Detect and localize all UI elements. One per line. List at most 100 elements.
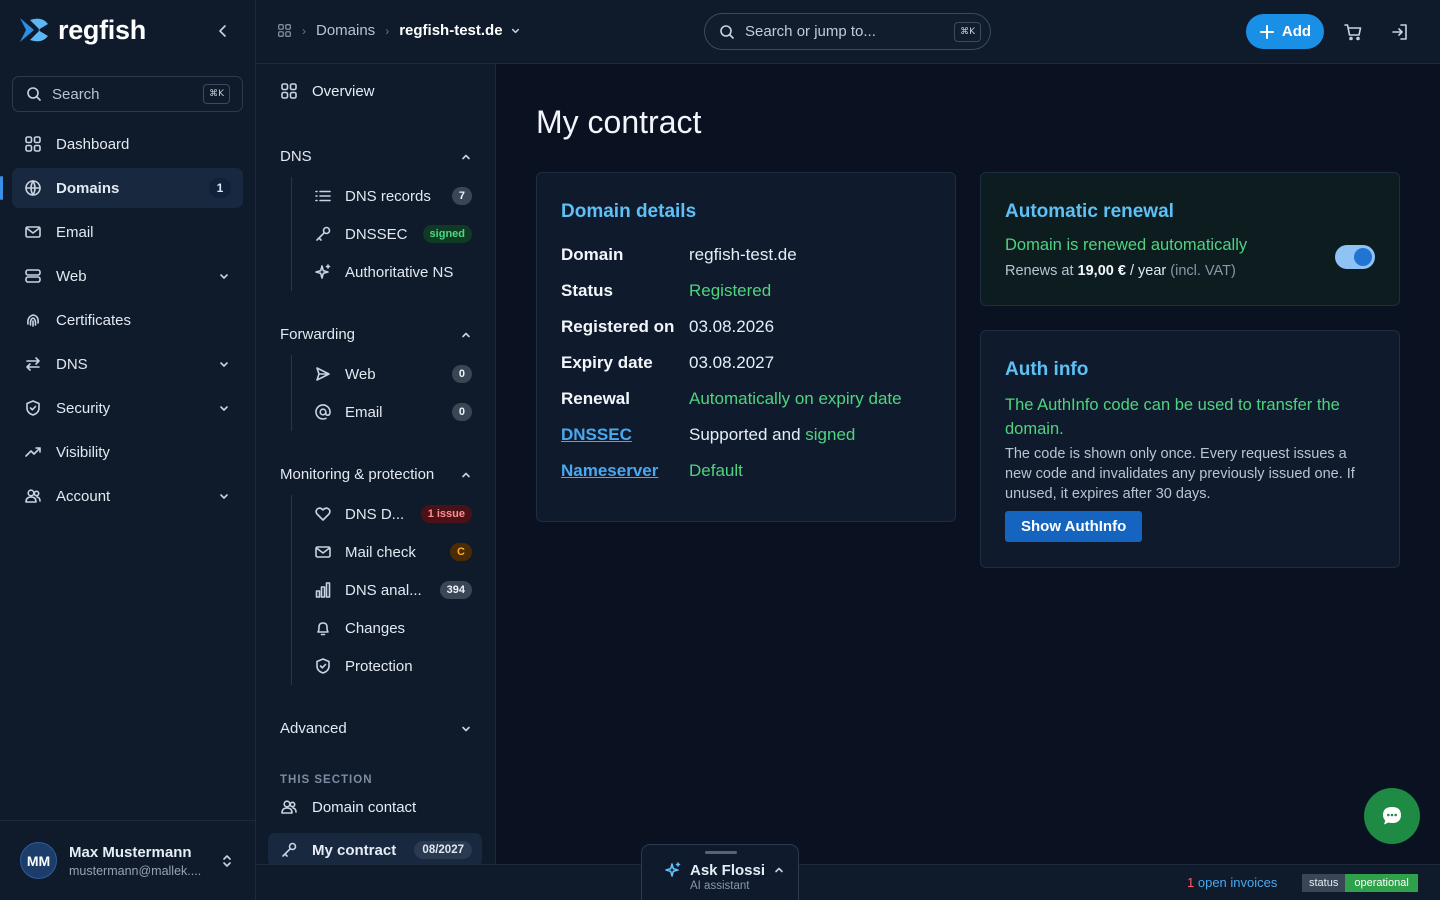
this-section-heading: THIS SECTION — [280, 774, 373, 786]
assistant-title-row: Ask Flossi — [664, 861, 785, 879]
subnav-section-forwarding[interactable]: Forwarding — [280, 326, 472, 343]
subnav-item-dnssec[interactable]: DNSSEC signed — [292, 215, 472, 253]
sidebar-item-label: Security — [56, 399, 111, 417]
dnssec-link[interactable]: DNSSEC — [561, 425, 689, 445]
at-sign-icon — [315, 404, 331, 420]
detail-value: 03.08.2027 — [689, 353, 775, 372]
sparkles-icon — [665, 862, 681, 877]
subnav-my-contract[interactable]: My contract 08/2027 — [268, 833, 482, 867]
chevron-down-icon — [220, 494, 228, 499]
show-authinfo-button[interactable]: Show AuthInfo — [1005, 511, 1143, 542]
chat-button[interactable] — [1364, 788, 1420, 844]
open-invoices-label: open invoices — [1197, 875, 1278, 890]
detail-row-expiry-date: Expiry date 03.08.2027 — [561, 353, 902, 389]
detail-key: Domain — [561, 245, 624, 264]
arrows-icon — [26, 357, 40, 371]
cart-button[interactable] — [1343, 22, 1363, 42]
sidebar-item-visibility[interactable]: Visibility — [12, 432, 243, 472]
chat-bubble-icon — [1383, 807, 1401, 825]
renewal-vat: (incl. VAT) — [1170, 263, 1236, 279]
detail-row-registered-on: Registered on 03.08.2026 — [561, 317, 902, 353]
breadcrumb-current-domain[interactable]: regfish-test.de — [399, 22, 521, 39]
user-menu[interactable]: MM Max Mustermann mustermann@mallek.... — [0, 820, 256, 900]
search-icon — [27, 87, 41, 101]
add-button[interactable]: Add — [1246, 14, 1324, 49]
subnav-item-label: DNS records — [345, 187, 431, 205]
section-title: Monitoring & protection — [280, 466, 435, 483]
footer-bar: 1 open invoices status operational — [256, 864, 1440, 900]
mail-icon — [25, 226, 41, 238]
chevron-up-icon — [462, 472, 470, 477]
open-invoices-link[interactable]: 1 open invoices — [1187, 875, 1277, 890]
subnav-item-forward-web[interactable]: Web 0 — [292, 355, 472, 393]
sidebar-item-dns[interactable]: DNS — [12, 344, 243, 384]
subnav-item-label: DNS anal... — [345, 581, 422, 599]
sidebar-item-label: Email — [56, 223, 94, 241]
global-search-placeholder: Search or jump to... — [745, 23, 876, 40]
subnav-domain-contact[interactable]: Domain contact — [280, 798, 416, 816]
auth-info-card: Auth info The AuthInfo code can be used … — [980, 330, 1400, 568]
grid-icon[interactable] — [277, 23, 292, 38]
sidebar-item-certificates[interactable]: Certificates — [12, 300, 243, 340]
chevron-down-icon — [220, 406, 228, 411]
detail-value: regfish-test.de — [689, 245, 797, 264]
subnav-overview[interactable]: Overview — [280, 82, 375, 100]
regfish-logo[interactable]: regfish — [16, 14, 146, 46]
detail-row-dnssec: DNSSEC Supported and signed — [561, 425, 902, 461]
subnav-item-dns-records[interactable]: DNS records 7 — [292, 177, 472, 215]
breadcrumb: › Domains › regfish-test.de — [277, 22, 522, 39]
sidebar-item-dashboard[interactable]: Dashboard — [12, 124, 243, 164]
subnav-item-forward-email[interactable]: Email 0 — [292, 393, 472, 431]
subnav-item-authoritative-ns[interactable]: Authoritative NS — [292, 253, 472, 291]
users-icon — [281, 800, 297, 814]
subnav-item-changes[interactable]: Changes — [292, 609, 472, 647]
detail-value: Registered — [689, 281, 772, 300]
subnav-section-dns[interactable]: DNS — [280, 148, 472, 165]
grade-badge: C — [450, 543, 472, 561]
subnav-item-protection[interactable]: Protection — [292, 647, 472, 685]
plus-icon — [1259, 24, 1274, 39]
status-badge[interactable]: status operational — [1302, 874, 1418, 892]
sidebar-item-security[interactable]: Security — [12, 388, 243, 428]
subnav-item-label: Domain contact — [312, 798, 417, 816]
sidebar-item-label: Certificates — [56, 311, 132, 329]
subnav-item-label: Mail check — [345, 543, 416, 561]
forwarding-items: Web 0 Email 0 — [291, 355, 472, 431]
search-icon — [720, 24, 734, 39]
breadcrumb-domains[interactable]: Domains — [316, 22, 375, 39]
sidebar-item-web[interactable]: Web — [12, 256, 243, 296]
subnav-section-advanced[interactable]: Advanced — [280, 720, 472, 737]
detail-value-signed: signed — [805, 425, 856, 444]
issue-badge: 1 issue — [420, 505, 472, 523]
nameserver-link[interactable]: Nameserver — [561, 461, 689, 481]
domain-details-card: Domain details Domain regfish-test.de St… — [536, 172, 956, 522]
domain-details-list: Domain regfish-test.de Status Registered… — [561, 245, 902, 497]
status-label: status — [1302, 874, 1346, 892]
subnav-item-label: Web — [345, 365, 376, 383]
heart-icon — [315, 507, 331, 521]
sidebar-item-email[interactable]: Email — [12, 212, 243, 252]
chevron-down-icon — [462, 726, 470, 731]
count-badge: 7 — [451, 187, 472, 205]
subnav-item-label: My contract — [312, 841, 397, 859]
global-search-input[interactable]: Search or jump to... ⌘K — [704, 13, 991, 50]
assistant-title: Ask Flossi — [690, 861, 766, 879]
sidebar-item-account[interactable]: Account — [12, 476, 243, 516]
subnav-section-monitoring[interactable]: Monitoring & protection — [280, 466, 472, 483]
user-email: mustermann@mallek.... — [69, 863, 202, 878]
subnav-item-mail-check[interactable]: Mail check C — [292, 533, 472, 571]
subnav-item-dns-analytics[interactable]: DNS anal... 394 — [292, 571, 472, 609]
detail-key: Status — [561, 281, 613, 300]
sidebar-item-domains[interactable]: Domains 1 — [0, 168, 243, 208]
subnav-item-dns-doctor[interactable]: DNS D... 1 issue — [292, 495, 472, 533]
collapse-sidebar-button[interactable] — [214, 22, 232, 40]
sidebar-search[interactable]: Search ⌘K — [12, 76, 243, 112]
ai-assistant-panel-toggle[interactable]: Ask Flossi AI assistant — [641, 844, 799, 900]
renewal-price: 19,00 € — [1077, 263, 1126, 279]
section-title: Advanced — [280, 720, 347, 737]
logout-button[interactable] — [1390, 22, 1410, 42]
mail-icon — [315, 546, 331, 558]
drag-handle[interactable] — [705, 851, 737, 854]
auto-renewal-toggle[interactable] — [1335, 245, 1375, 269]
key-icon — [282, 842, 297, 857]
